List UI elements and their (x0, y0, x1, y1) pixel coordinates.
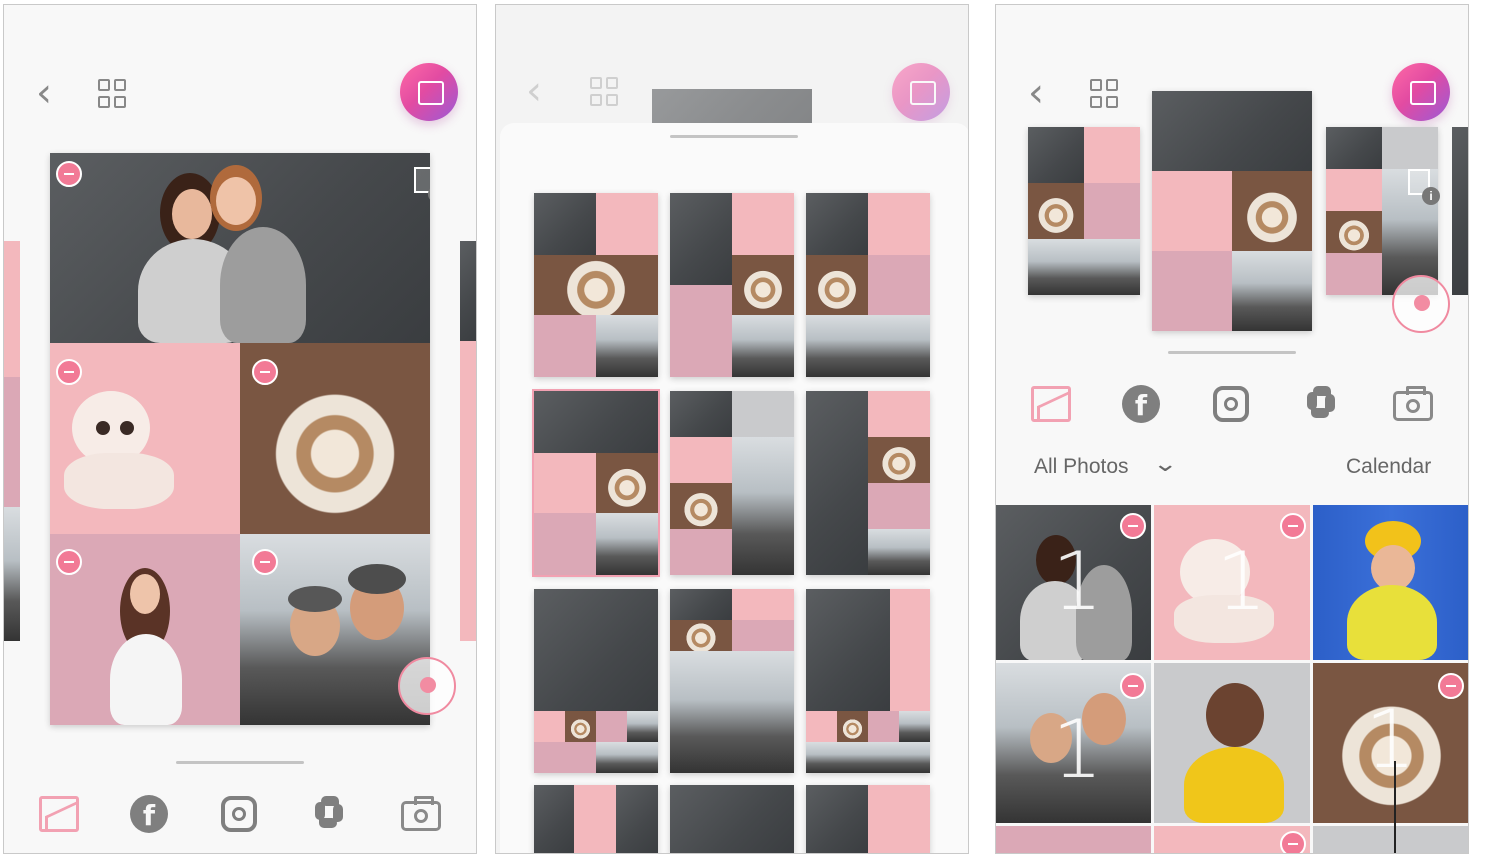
album-selector[interactable]: All Photos (1034, 455, 1129, 479)
layout-option-8[interactable] (670, 589, 794, 773)
camera-source[interactable] (1392, 385, 1434, 427)
edit-pin-button[interactable] (1392, 275, 1450, 333)
instagram-source[interactable] (1210, 383, 1252, 425)
pinwheel-icon (1303, 386, 1339, 422)
instagram-source[interactable] (218, 793, 260, 835)
layout-option-7[interactable] (534, 589, 658, 773)
layout-option-11[interactable] (670, 785, 794, 853)
grid-layout-icon[interactable] (98, 79, 128, 109)
photo-info-icon[interactable] (414, 167, 430, 203)
edit-pin-button[interactable] (398, 657, 456, 715)
prev-collage-peek-3 (4, 507, 20, 641)
collage-thumb-peek (1452, 127, 1468, 295)
remove-photo-button-1[interactable] (56, 161, 82, 187)
layout-sheet (500, 123, 968, 853)
calendar-button[interactable]: Calendar (1346, 455, 1431, 479)
remove-photo-button-2[interactable] (56, 359, 82, 385)
print-button[interactable] (892, 63, 950, 121)
camera-icon (1393, 386, 1433, 421)
print-button[interactable] (1392, 63, 1450, 121)
photo-grid-item-7[interactable] (996, 826, 1151, 853)
remove-photo-button-4[interactable] (1438, 673, 1464, 699)
collage-thumb-current[interactable] (1152, 91, 1312, 331)
instagram-icon (1213, 386, 1249, 422)
layout-option-1[interactable] (534, 193, 658, 377)
layout-option-12[interactable] (806, 785, 930, 853)
back-arrow-icon[interactable]: ‹ (1028, 73, 1058, 113)
next-collage-peek-2 (460, 341, 476, 641)
gallery-icon (39, 796, 79, 832)
selection-count: 1 (1052, 703, 1103, 796)
camera-source[interactable] (400, 795, 442, 837)
layout-option-3[interactable] (806, 193, 930, 377)
photo-grid-item-5[interactable] (1154, 663, 1310, 823)
remove-photo-button-5[interactable] (1280, 831, 1306, 853)
print-button[interactable] (400, 63, 458, 121)
photo-picker-screen: ‹ f All Photos ⌄ Calendar 1 (995, 4, 1469, 854)
photo-info-icon[interactable] (1408, 169, 1440, 205)
sheet-handle[interactable] (670, 135, 798, 138)
collage-thumb-next[interactable] (1326, 127, 1440, 295)
grid-layout-icon[interactable] (1090, 79, 1120, 109)
facebook-icon: f (1122, 385, 1160, 423)
selection-count: 1 (1052, 535, 1103, 628)
google-photos-source[interactable] (1300, 383, 1342, 425)
remove-photo-button-3[interactable] (252, 359, 278, 385)
prev-collage-peek-2 (4, 377, 20, 507)
layout-option-6[interactable] (806, 391, 930, 575)
drag-handle[interactable] (176, 761, 304, 764)
selection-count: 1 (1365, 693, 1416, 786)
pointer-line (1394, 761, 1396, 853)
chevron-down-icon[interactable]: ⌄ (1152, 451, 1178, 477)
collage-preview (50, 153, 456, 725)
drag-handle[interactable] (1168, 351, 1296, 354)
layout-option-2[interactable] (670, 193, 794, 377)
google-photos-source[interactable] (308, 793, 350, 835)
next-collage-peek[interactable] (460, 241, 476, 341)
back-arrow-icon[interactable]: ‹ (36, 73, 66, 113)
facebook-source[interactable]: f (128, 793, 170, 835)
selection-count: 1 (1216, 535, 1267, 628)
remove-photo-button-2[interactable] (1280, 513, 1306, 539)
facebook-icon: f (130, 795, 168, 833)
photo-grid-item-3[interactable] (1313, 505, 1468, 660)
facebook-source[interactable]: f (1120, 383, 1162, 425)
gallery-source[interactable] (1030, 383, 1072, 425)
remove-photo-button-4[interactable] (56, 549, 82, 575)
collage-thumb-prev[interactable] (1028, 127, 1140, 295)
remove-photo-button-3[interactable] (1120, 673, 1146, 699)
layout-option-4[interactable] (532, 389, 660, 577)
collage-behind-sheet (652, 89, 812, 125)
instagram-icon (221, 796, 257, 832)
layout-option-10[interactable] (534, 785, 658, 853)
photo-two-women[interactable] (50, 153, 430, 343)
camera-icon (401, 796, 441, 831)
layout-option-9[interactable] (806, 589, 930, 773)
gallery-icon (1031, 386, 1071, 422)
collage-editor-screen: ‹ i f (3, 4, 477, 854)
remove-photo-button-5[interactable] (252, 549, 278, 575)
remove-photo-button-1[interactable] (1120, 513, 1146, 539)
prev-collage-peek[interactable] (4, 241, 20, 377)
layout-option-5[interactable] (670, 391, 794, 575)
gallery-source[interactable] (38, 793, 80, 835)
photo-grid-item-9[interactable] (1313, 826, 1468, 853)
grid-layout-icon[interactable] (590, 77, 620, 107)
layout-picker-screen: ‹ (495, 4, 969, 854)
back-arrow-icon[interactable]: ‹ (526, 71, 556, 111)
pinwheel-icon (311, 796, 347, 832)
